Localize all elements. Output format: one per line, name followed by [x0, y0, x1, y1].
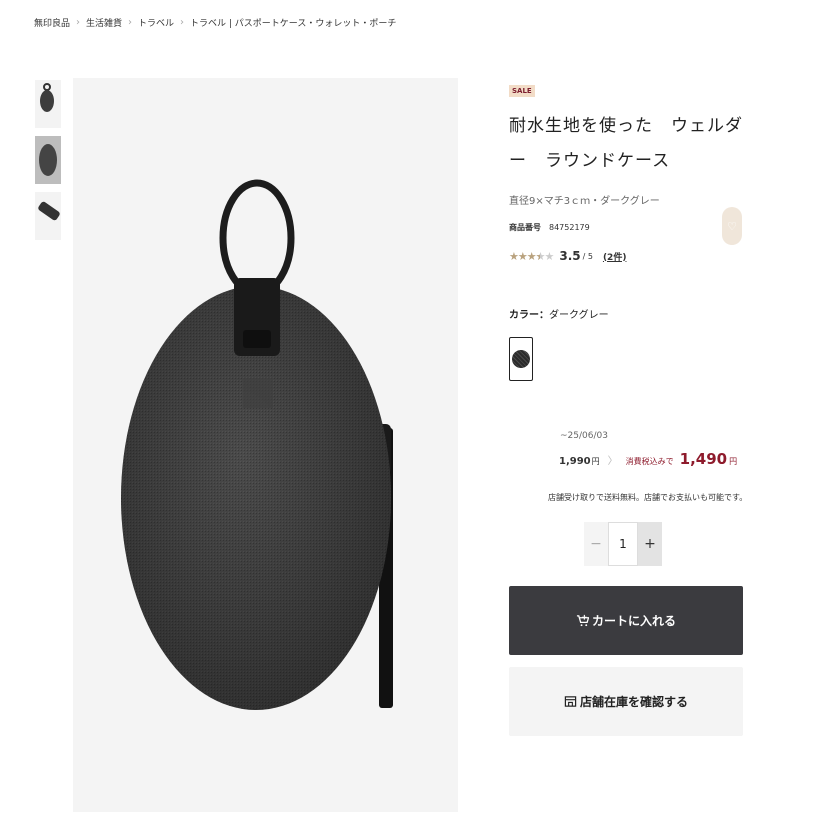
rating: ★★★★★★ 3.5 / 5 (2件): [509, 249, 743, 263]
old-price-unit: 円: [591, 457, 600, 466]
color-label-value: ダークグレー: [549, 310, 609, 321]
thumbnail-list: [35, 80, 61, 248]
breadcrumb-item-household[interactable]: 生活雑貨: [86, 16, 122, 29]
product-subtitle: 直径9×マチ3ｃｍ・ダークグレー: [509, 196, 660, 207]
breadcrumb-item-travel[interactable]: トラベル: [138, 16, 174, 29]
price-row: 1,990 円 〉 消費税込みで 1,490 円: [559, 450, 737, 468]
quantity-increase-button[interactable]: +: [638, 522, 662, 566]
wishlist-button[interactable]: ♡: [722, 207, 742, 245]
shipping-note: 店舗受け取りで送料無料。店舗でお支払いも可能です。: [548, 493, 748, 502]
product-code-label: 商品番号: [509, 223, 541, 232]
sale-period: ~25/06/03: [560, 431, 608, 441]
review-count-link[interactable]: (2件): [603, 250, 627, 263]
chevron-right-icon: 〉: [607, 456, 618, 467]
sale-price: 1,490: [679, 450, 728, 468]
breadcrumb: 無印良品 › 生活雑貨 › トラベル › トラベル | パスポートケース・ウォレ…: [34, 16, 396, 29]
sale-price-unit: 円: [729, 457, 738, 466]
color-label-key: カラー：: [509, 310, 549, 321]
check-store-stock-label: 店舗在庫を確認する: [579, 695, 688, 709]
product-info: SALE 耐水生地を使った ウェルダー ラウンドケース 直径9×マチ3ｃｍ・ダー…: [509, 78, 743, 263]
chevron-right-icon: ›: [76, 17, 81, 28]
color-label: カラー：ダークグレー: [509, 306, 609, 321]
product-title: 耐水生地を使った ウェルダー ラウンドケース: [509, 116, 743, 171]
breadcrumb-item-muji[interactable]: 無印良品: [34, 16, 70, 29]
thumbnail-3[interactable]: [35, 192, 61, 240]
chevron-right-icon: ›: [128, 17, 133, 28]
quantity-stepper: − 1 +: [584, 522, 662, 566]
quantity-input[interactable]: 1: [608, 522, 638, 566]
breadcrumb-item-travel-cases[interactable]: トラベル | パスポートケース・ウォレット・ポーチ: [190, 16, 396, 29]
product-code: 商品番号 84752179: [509, 222, 743, 233]
rating-max: / 5: [582, 251, 593, 261]
old-price: 1,990: [559, 456, 591, 467]
quantity-decrease-button[interactable]: −: [584, 522, 608, 566]
add-to-cart-label: カートに入れる: [591, 614, 676, 628]
heart-icon: ♡: [727, 219, 737, 233]
color-swatch-dot: [512, 350, 530, 368]
add-to-cart-button[interactable]: カートに入れる: [509, 586, 743, 655]
tax-label: 消費税込みで: [625, 457, 674, 466]
product-code-value: 84752179: [549, 223, 590, 232]
store-icon: [564, 695, 577, 708]
sale-badge: SALE: [509, 85, 535, 97]
color-swatch-dark-gray[interactable]: [509, 337, 533, 381]
cart-icon: [576, 614, 589, 627]
thumbnail-2[interactable]: [35, 136, 61, 184]
product-image: [73, 78, 458, 812]
chevron-right-icon: ›: [180, 17, 185, 28]
star-rating-icon: ★★★★★★: [509, 249, 554, 263]
rating-score: 3.5: [559, 249, 581, 263]
thumbnail-1[interactable]: [35, 80, 61, 128]
check-store-stock-button[interactable]: 店舗在庫を確認する: [509, 667, 743, 736]
